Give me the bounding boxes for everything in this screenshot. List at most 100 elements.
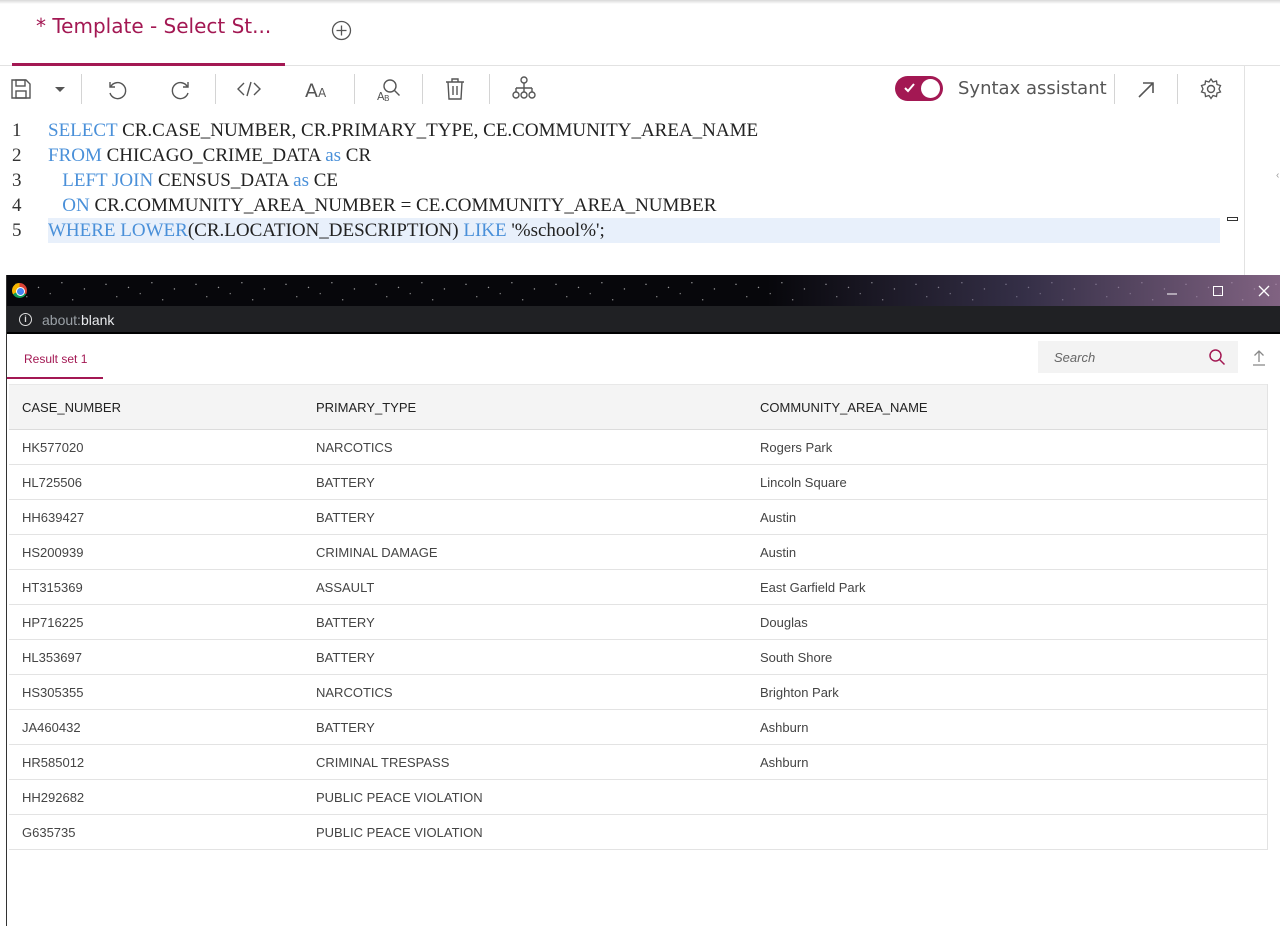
add-tab-icon[interactable]	[331, 20, 352, 41]
syntax-assistant-toggle[interactable]	[895, 76, 943, 101]
cell-case-number: HS200939	[22, 545, 84, 560]
font-size-icon[interactable]: AA	[302, 75, 332, 103]
table-row[interactable]: HK577020 NARCOTICS Rogers Park	[9, 430, 1267, 465]
cell-primary-type: PUBLIC PEACE VIOLATION	[316, 790, 483, 805]
result-table: CASE_NUMBER PRIMARY_TYPE COMMUNITY_AREA_…	[9, 384, 1267, 850]
table-row[interactable]: HH292682 PUBLIC PEACE VIOLATION	[9, 780, 1267, 815]
sql-keyword: LEFT JOIN	[62, 170, 154, 191]
cell-community-area-name: South Shore	[760, 650, 833, 665]
sql-keyword: ON	[62, 195, 90, 216]
cell-primary-type: CRIMINAL TRESPASS	[316, 755, 450, 770]
save-dropdown-chevron-icon[interactable]	[45, 75, 75, 103]
cell-case-number: HR585012	[22, 755, 85, 770]
delete-trash-icon[interactable]	[440, 75, 470, 103]
toolbar-divider	[1177, 74, 1178, 104]
url-text: about:blank	[42, 312, 114, 328]
cell-primary-type: NARCOTICS	[316, 440, 393, 455]
cell-primary-type: PUBLIC PEACE VIOLATION	[316, 825, 483, 840]
code-line[interactable]: 5 WHERE LOWER(CR.LOCATION_DESCRIPTION) LI…	[0, 218, 1230, 243]
close-icon[interactable]	[1241, 275, 1280, 306]
cell-case-number: HH639427	[22, 510, 85, 525]
url-host: blank	[80, 312, 115, 328]
toolbar-divider	[354, 74, 355, 104]
panel-collapse-caret-icon[interactable]: ‹	[1276, 170, 1279, 181]
toolbar-divider	[489, 74, 490, 104]
cell-primary-type: BATTERY	[316, 615, 375, 630]
tab-result-set-1[interactable]: Result set 1	[7, 341, 103, 379]
table-row[interactable]: JA460432 BATTERY Ashburn	[9, 710, 1267, 745]
result-popup-window: i about:blank Result set 1 CASE_NUMBER P…	[6, 275, 1280, 926]
column-header-primary-type[interactable]: PRIMARY_TYPE	[316, 400, 416, 415]
code-line[interactable]: 4 ON CR.COMMUNITY_AREA_NUMBER = CE.COMMU…	[0, 193, 1230, 218]
maximize-icon[interactable]	[1195, 275, 1241, 306]
minimize-icon[interactable]	[1149, 275, 1195, 306]
svg-text:A: A	[318, 86, 327, 100]
code-format-icon[interactable]	[234, 75, 264, 103]
search-input[interactable]	[1038, 341, 1203, 373]
table-row[interactable]: HP716225 BATTERY Douglas	[9, 605, 1267, 640]
cell-primary-type: BATTERY	[316, 720, 375, 735]
column-header-case-number[interactable]: CASE_NUMBER	[22, 400, 121, 415]
cell-community-area-name: Austin	[760, 510, 797, 525]
cell-case-number: HK577020	[22, 440, 84, 455]
cell-primary-type: ASSAULT	[316, 580, 375, 595]
sql-keyword: LOWER	[120, 220, 188, 241]
code-line[interactable]: 2 FROM CHICAGO_CRIME_DATA as CR	[0, 143, 1230, 168]
code-line[interactable]: 1 SELECT CR.CASE_NUMBER, CR.PRIMARY_TYPE,…	[0, 118, 1230, 143]
result-search-box[interactable]	[1038, 341, 1238, 373]
line-number: 4	[12, 195, 22, 216]
table-row[interactable]: HS305355 NARCOTICS Brighton Park	[9, 675, 1267, 710]
sql-code-editor[interactable]: 1 SELECT CR.CASE_NUMBER, CR.PRIMARY_TYPE,…	[0, 117, 1245, 275]
toolbar-divider	[215, 74, 216, 104]
popup-title-bar[interactable]	[7, 275, 1280, 306]
code-text: LEFT JOIN CENSUS_DATA as CE	[48, 168, 338, 193]
table-row[interactable]: HT315369 ASSAULT East Garfield Park	[9, 570, 1267, 605]
site-info-icon[interactable]: i	[19, 313, 32, 326]
column-header-community-area-name[interactable]: COMMUNITY_AREA_NAME	[760, 400, 928, 415]
chrome-browser-icon	[12, 283, 27, 298]
code-line[interactable]: 3 LEFT JOIN CENSUS_DATA as CE	[0, 168, 1230, 193]
table-row[interactable]: HL353697 BATTERY South Shore	[9, 640, 1267, 675]
export-upload-icon[interactable]	[1251, 349, 1267, 367]
table-header: CASE_NUMBER PRIMARY_TYPE COMMUNITY_AREA_…	[9, 384, 1267, 430]
cell-community-area-name: East Garfield Park	[760, 580, 866, 595]
sql-token: (CR.LOCATION_DESCRIPTION)	[187, 220, 464, 241]
find-replace-icon[interactable]: AB	[373, 75, 403, 103]
cell-primary-type: BATTERY	[316, 510, 375, 525]
checkmark-icon	[904, 83, 915, 93]
cell-community-area-name: Douglas	[760, 615, 808, 630]
sql-token: '%school%';	[506, 220, 605, 241]
table-row[interactable]: HS200939 CRIMINAL DAMAGE Austin	[9, 535, 1267, 570]
svg-text:B: B	[384, 94, 390, 102]
cell-case-number: HT315369	[22, 580, 83, 595]
cell-community-area-name: Austin	[760, 545, 797, 560]
cell-case-number: HS305355	[22, 685, 84, 700]
line-number: 2	[12, 145, 22, 166]
url-scheme: about:	[42, 312, 81, 328]
sql-keyword: WHERE	[48, 220, 116, 241]
code-text: WHERE LOWER(CR.LOCATION_DESCRIPTION) LIK…	[48, 218, 605, 243]
save-icon[interactable]	[6, 75, 36, 103]
table-row[interactable]: HR585012 CRIMINAL TRESPASS Ashburn	[9, 745, 1267, 780]
settings-gear-icon[interactable]	[1196, 75, 1226, 103]
pop-out-arrow-icon[interactable]	[1131, 75, 1161, 103]
address-bar[interactable]: i about:blank	[7, 306, 1280, 334]
editor-tab-bar: * Template - Select St...	[0, 0, 1280, 66]
tab-template-select[interactable]: * Template - Select St...	[12, 0, 285, 66]
redo-icon[interactable]	[167, 75, 197, 103]
code-text: SELECT CR.CASE_NUMBER, CR.PRIMARY_TYPE, …	[48, 118, 758, 143]
code-text: ON CR.COMMUNITY_AREA_NUMBER = CE.COMMUNI…	[48, 193, 716, 218]
explain-plan-tree-icon[interactable]	[509, 75, 539, 103]
table-row[interactable]: HL725506 BATTERY Lincoln Square	[9, 465, 1267, 500]
table-row[interactable]: HH639427 BATTERY Austin	[9, 500, 1267, 535]
search-icon[interactable]	[1208, 348, 1226, 366]
table-row[interactable]: G635735 PUBLIC PEACE VIOLATION	[9, 815, 1267, 850]
cell-community-area-name: Ashburn	[760, 755, 809, 770]
editor-scrollbar-track[interactable]	[1244, 66, 1245, 276]
line-number: 5	[12, 220, 22, 241]
line-number: 3	[12, 170, 22, 191]
undo-icon[interactable]	[101, 75, 131, 103]
editor-toolbar: AA AB Syntax assistant	[0, 66, 1245, 112]
cell-primary-type: CRIMINAL DAMAGE	[316, 545, 438, 560]
